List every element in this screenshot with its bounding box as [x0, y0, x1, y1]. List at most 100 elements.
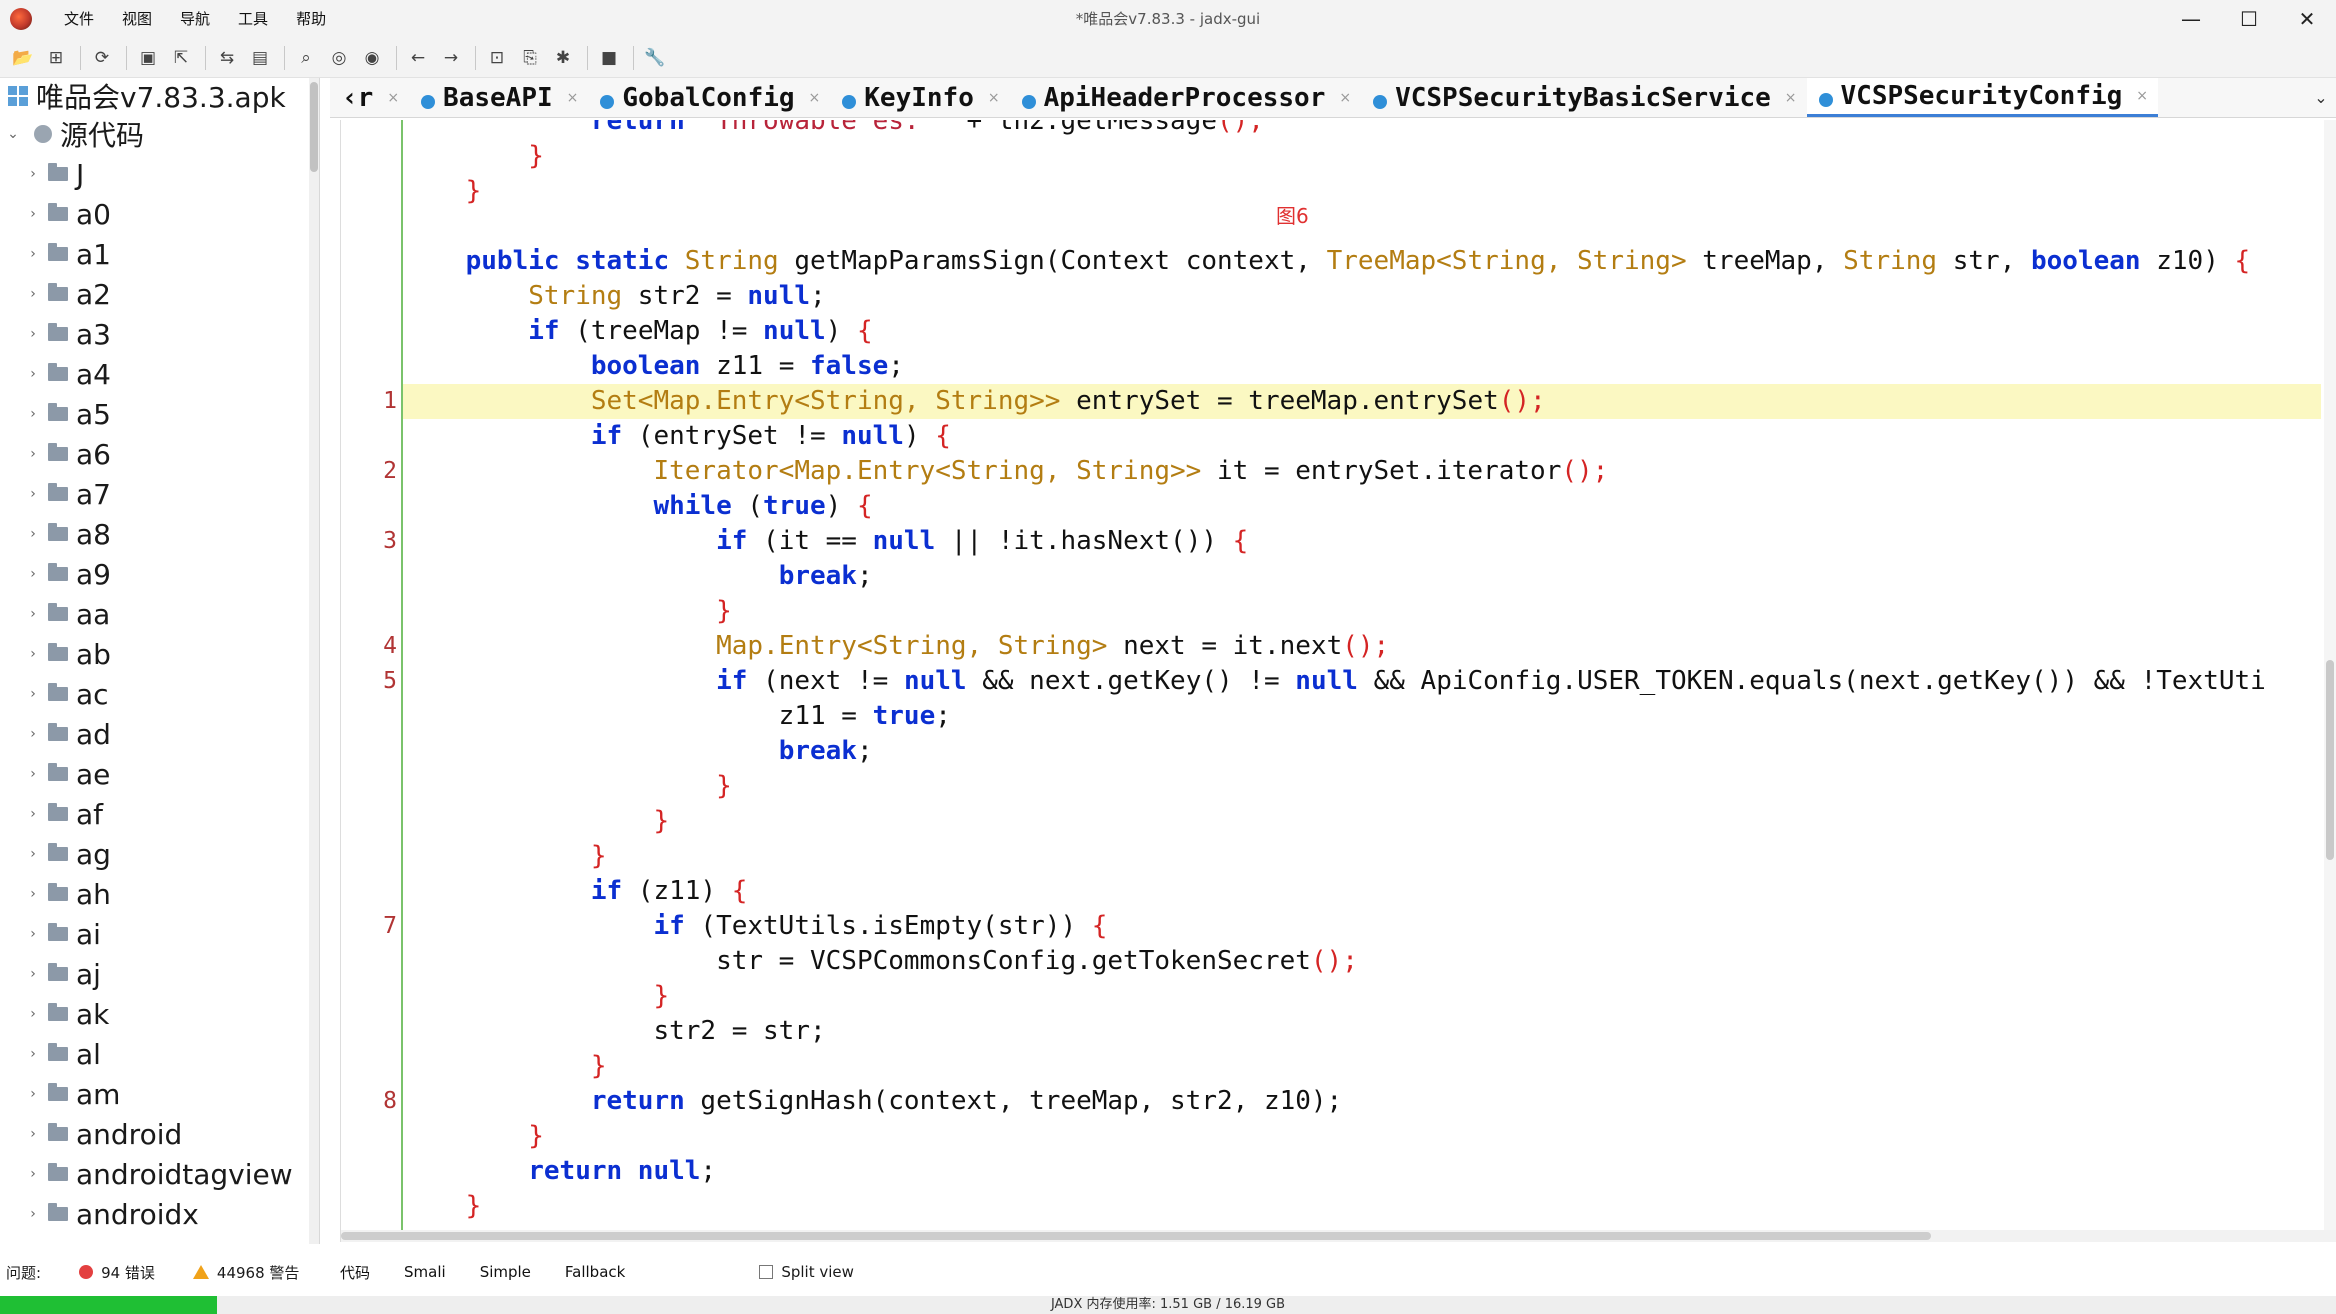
- code-line[interactable]: [403, 209, 2321, 244]
- tree-package-item[interactable]: › aj: [0, 954, 319, 994]
- code-line[interactable]: boolean z11 = false;: [403, 349, 2321, 384]
- chevron-right-icon[interactable]: ›: [26, 206, 40, 222]
- class-search-icon[interactable]: ◎: [324, 43, 354, 73]
- tree-package-item[interactable]: › a2: [0, 274, 319, 314]
- chevron-right-icon[interactable]: ›: [26, 1166, 40, 1182]
- editor-tab[interactable]: ApiHeaderProcessor ×: [1010, 78, 1362, 117]
- tree-package-item[interactable]: › a1: [0, 234, 319, 274]
- comment-search-icon[interactable]: ◉: [357, 43, 387, 73]
- code-horizontal-scrollbar-thumb[interactable]: [341, 1232, 1931, 1240]
- tree-root-apk[interactable]: 唯品会v7.83.3.apk: [0, 78, 319, 114]
- chevron-right-icon[interactable]: ›: [26, 406, 40, 422]
- tree-package-item[interactable]: › am: [0, 1074, 319, 1114]
- reload-icon[interactable]: ⟳: [87, 43, 117, 73]
- code-line[interactable]: Iterator<Map.Entry<String, String>> it =…: [403, 454, 2321, 489]
- code-line[interactable]: }: [403, 839, 2321, 874]
- search-icon[interactable]: ⌕: [291, 43, 321, 73]
- tree-package-item[interactable]: › al: [0, 1034, 319, 1074]
- chevron-right-icon[interactable]: ›: [26, 166, 40, 182]
- code-content[interactable]: return "Throwable es: " + th2.getMessage…: [403, 120, 2321, 1242]
- code-line[interactable]: break;: [403, 559, 2321, 594]
- code-line[interactable]: if (treeMap != null) {: [403, 314, 2321, 349]
- code-line[interactable]: str2 = str;: [403, 1014, 2321, 1049]
- code-line[interactable]: }: [403, 979, 2321, 1014]
- save-all-icon[interactable]: ▣: [133, 43, 163, 73]
- chevron-down-icon[interactable]: ⌄: [6, 126, 20, 142]
- tree-package-item[interactable]: › a9: [0, 554, 319, 594]
- chevron-right-icon[interactable]: ›: [26, 846, 40, 862]
- chevron-right-icon[interactable]: ›: [26, 766, 40, 782]
- chevron-right-icon[interactable]: ›: [26, 1006, 40, 1022]
- code-line[interactable]: z11 = true;: [403, 699, 2321, 734]
- tree-source-node[interactable]: ⌄ 源代码: [0, 114, 319, 154]
- tree-package-item[interactable]: › ak: [0, 994, 319, 1034]
- tab-close-icon[interactable]: ×: [2136, 88, 2148, 104]
- close-button[interactable]: ✕: [2278, 0, 2336, 38]
- chevron-right-icon[interactable]: ›: [26, 806, 40, 822]
- code-horizontal-scrollbar[interactable]: [341, 1230, 2336, 1242]
- debug-bug-icon[interactable]: ✱: [548, 43, 578, 73]
- chevron-right-icon[interactable]: ›: [26, 686, 40, 702]
- tree-scrollbar[interactable]: [309, 78, 319, 1244]
- tree-package-item[interactable]: › a3: [0, 314, 319, 354]
- code-editor[interactable]: 1 2 3 4 5 7 8 return "Throwable es: " + th2.ge…: [340, 120, 2336, 1242]
- tab-close-icon[interactable]: ×: [567, 90, 579, 106]
- chevron-right-icon[interactable]: ›: [26, 566, 40, 582]
- chevron-right-icon[interactable]: ›: [26, 486, 40, 502]
- tree-package-item[interactable]: › ai: [0, 914, 319, 954]
- quark-icon[interactable]: ⊡: [482, 43, 512, 73]
- sync-tree-icon[interactable]: ⇆: [212, 43, 242, 73]
- code-line[interactable]: return "Throwable es: " + th2.getMessage…: [403, 120, 2321, 139]
- view-tab-fallback[interactable]: Fallback: [565, 1263, 625, 1281]
- code-line[interactable]: while (true) {: [403, 489, 2321, 524]
- errors-indicator[interactable]: 94 错误: [79, 1262, 155, 1283]
- code-line[interactable]: return null;: [403, 1154, 2321, 1189]
- back-arrow-icon[interactable]: ←: [403, 43, 433, 73]
- tab-close-icon[interactable]: ×: [1785, 90, 1797, 106]
- tree-scrollbar-thumb[interactable]: [310, 82, 318, 172]
- tab-close-icon[interactable]: ×: [988, 90, 1000, 106]
- chevron-right-icon[interactable]: ›: [26, 286, 40, 302]
- tree-package-item[interactable]: › a7: [0, 474, 319, 514]
- editor-tab[interactable]: BaseAPI ×: [409, 78, 588, 117]
- code-line[interactable]: String str2 = null;: [403, 279, 2321, 314]
- forward-arrow-icon[interactable]: →: [436, 43, 466, 73]
- code-line[interactable]: if (next != null && next.getKey() != nul…: [403, 664, 2321, 699]
- code-line[interactable]: if (entrySet != null) {: [403, 419, 2321, 454]
- menu-item[interactable]: 文件: [50, 0, 108, 38]
- chevron-right-icon[interactable]: ›: [26, 606, 40, 622]
- editor-tab[interactable]: KeyInfo ×: [830, 78, 1009, 117]
- tree-package-item[interactable]: › ag: [0, 834, 319, 874]
- chevron-right-icon[interactable]: ›: [26, 726, 40, 742]
- chevron-right-icon[interactable]: ›: [26, 246, 40, 262]
- tree-package-item[interactable]: › android: [0, 1114, 319, 1154]
- code-line[interactable]: public static String getMapParamsSign(Co…: [403, 244, 2321, 279]
- code-line[interactable]: }: [403, 1049, 2321, 1084]
- preferences-wrench-icon[interactable]: 🔧: [640, 43, 670, 73]
- tabs-overflow-chevron-icon[interactable]: ⌄: [2306, 78, 2336, 117]
- chevron-right-icon[interactable]: ›: [26, 646, 40, 662]
- tree-package-item[interactable]: › ad: [0, 714, 319, 754]
- editor-tab[interactable]: VCSPSecurityBasicService ×: [1361, 78, 1806, 117]
- code-line[interactable]: }: [403, 804, 2321, 839]
- add-files-icon[interactable]: ⊞: [41, 43, 71, 73]
- code-line[interactable]: }: [403, 139, 2321, 174]
- tree-package-item[interactable]: › ab: [0, 634, 319, 674]
- code-line[interactable]: if (z11) {: [403, 874, 2321, 909]
- chevron-right-icon[interactable]: ›: [26, 1126, 40, 1142]
- bookmark-icon[interactable]: ⎘: [515, 43, 545, 73]
- code-line[interactable]: }: [403, 1189, 2321, 1224]
- tab-close-icon[interactable]: ×: [809, 90, 821, 106]
- chevron-right-icon[interactable]: ›: [26, 446, 40, 462]
- tree-package-item[interactable]: › J: [0, 154, 319, 194]
- tree-package-item[interactable]: › androidx: [0, 1194, 319, 1234]
- tree-package-item[interactable]: › ac: [0, 674, 319, 714]
- chevron-right-icon[interactable]: ›: [26, 926, 40, 942]
- view-tab-simple[interactable]: Simple: [480, 1263, 531, 1281]
- code-line[interactable]: if (TextUtils.isEmpty(str)) {: [403, 909, 2321, 944]
- editor-tab[interactable]: GobalConfig ×: [588, 78, 830, 117]
- tree-package-item[interactable]: › aa: [0, 594, 319, 634]
- code-line[interactable]: }: [403, 594, 2321, 629]
- export-icon[interactable]: ⇱: [166, 43, 196, 73]
- tree-package-item[interactable]: › ah: [0, 874, 319, 914]
